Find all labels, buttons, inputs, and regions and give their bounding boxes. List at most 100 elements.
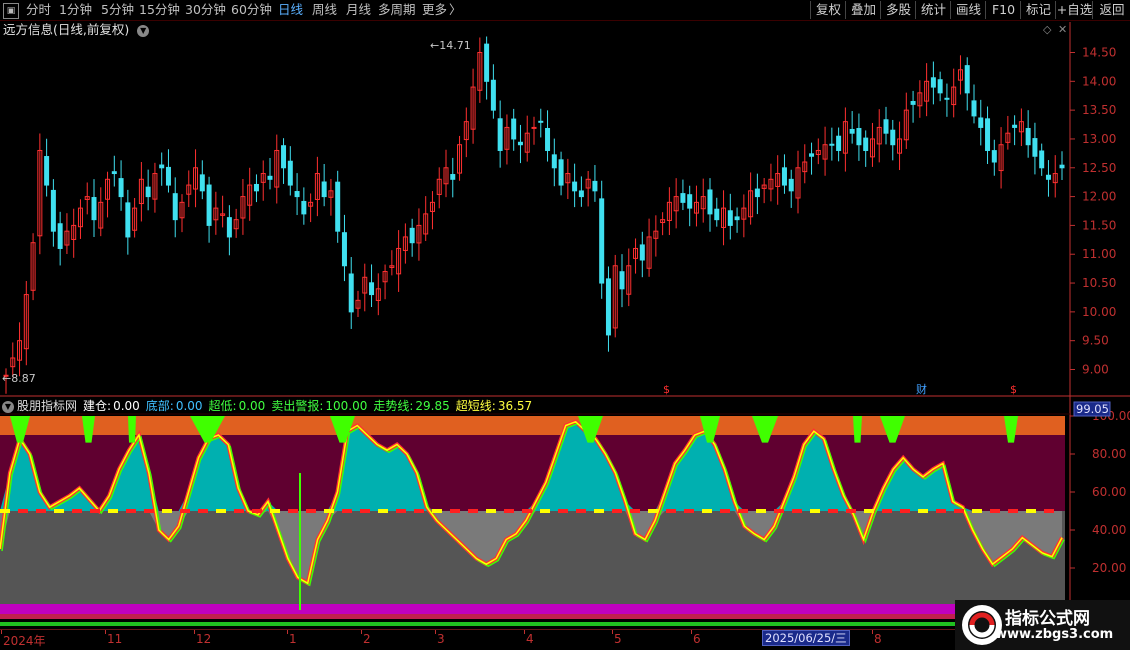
candle-body [497, 118, 503, 151]
midline-dash [252, 509, 262, 513]
candle-body [1045, 174, 1051, 180]
indicator-item-label: 超短线: [455, 399, 496, 413]
low-price-label: ←8.87 [2, 372, 36, 385]
candle-body [44, 156, 50, 186]
candle-body [199, 174, 205, 192]
candle-body [301, 200, 307, 215]
date-tick [691, 630, 692, 634]
midline-dash [1026, 509, 1036, 513]
candle-body [985, 118, 991, 151]
candle-body [165, 166, 171, 186]
candle-body [687, 194, 693, 209]
candle-body [829, 143, 835, 146]
midline-dash [396, 509, 406, 513]
midline-dash [432, 509, 442, 513]
midline-dash [414, 509, 424, 513]
candle-body [788, 178, 794, 192]
midline-dash [702, 509, 712, 513]
price-tick-label: 12.00 [1082, 190, 1116, 204]
date-tick [105, 630, 106, 634]
candle-body [206, 184, 212, 226]
candle-body [369, 282, 375, 296]
candle-body [883, 119, 889, 134]
candle-body [1025, 127, 1031, 146]
indicator-item-label: 卖出警报: [271, 399, 324, 413]
candle-body [551, 154, 557, 169]
event-marker: $ [663, 383, 670, 396]
midline-dash [234, 509, 244, 513]
price-tick-label: 13.50 [1082, 103, 1116, 117]
high-price-label: ←14.71 [430, 39, 471, 52]
candle-body [944, 97, 950, 100]
midline-dash [198, 509, 208, 513]
midline-dash [468, 509, 478, 513]
midline-dash [324, 509, 334, 513]
candle-body [809, 153, 815, 157]
indicator-item: 底部: 0.00 [146, 399, 203, 413]
candle-body [930, 77, 936, 88]
candle-body [538, 120, 544, 123]
midline-dash [594, 509, 604, 513]
midline-dash [504, 509, 514, 513]
candle-body [971, 100, 977, 117]
date-tick-label: 4 [526, 632, 534, 646]
midline-dash [792, 509, 802, 513]
candle-body [937, 79, 943, 94]
selected-date: 2025/06/25/三 [762, 630, 850, 646]
candle-body [267, 175, 273, 180]
midline-dash [450, 509, 460, 513]
midline-dash [900, 509, 910, 513]
candle-body [294, 191, 300, 198]
price-tick-label: 9.00 [1082, 363, 1109, 377]
date-tick-label: 3 [437, 632, 445, 646]
midline-dash [522, 509, 532, 513]
indicator-item-value: 0.00 [175, 399, 203, 413]
sell-alert-marker [853, 416, 862, 443]
midline-dash [108, 509, 118, 513]
candle-body [910, 100, 916, 105]
midline-dash [270, 509, 280, 513]
indicator-item: 走势线: 29.85 [373, 399, 449, 413]
midline-dash [684, 509, 694, 513]
midline-dash [54, 509, 64, 513]
date-tick-label: 2 [363, 632, 371, 646]
chevron-down-icon[interactable]: ▼ [2, 400, 14, 413]
indicator-item-value: 0.00 [113, 399, 140, 413]
midline-dash [738, 509, 748, 513]
midline-dash [918, 509, 928, 513]
candle-body [836, 135, 842, 151]
candle-body [1012, 124, 1018, 128]
candle-body [964, 65, 970, 94]
current-value: 99.05 [1076, 402, 1109, 416]
candle-body [511, 118, 517, 140]
indicator-item-value: 0.00 [238, 399, 266, 413]
midline-dash [378, 509, 388, 513]
candle-body [125, 202, 131, 238]
indicator-tick-label: 80.00 [1092, 447, 1126, 461]
candle-body [287, 160, 293, 186]
midline-dash [720, 509, 730, 513]
close-icon[interactable]: ✕ [1058, 23, 1067, 36]
price-tick-label: 11.00 [1082, 247, 1116, 261]
midline-dash [162, 509, 172, 513]
indicator-item-value: 100.00 [325, 399, 368, 413]
candle-body [172, 193, 178, 221]
candle-body [118, 178, 124, 198]
midline-dash [1008, 509, 1018, 513]
midline-dash [810, 509, 820, 513]
midline-dash [612, 509, 622, 513]
candle-body [605, 278, 611, 336]
event-marker: 财 [916, 382, 927, 396]
price-tick-label: 11.50 [1082, 218, 1116, 232]
brand-url: www.zbgs3.com [995, 627, 1114, 642]
indicator-item-label: 超低: [208, 399, 237, 413]
candle-body [1032, 138, 1038, 157]
diamond-icon[interactable]: ◇ [1043, 23, 1052, 36]
midline-dash [648, 509, 658, 513]
midline-dash [306, 509, 316, 513]
indicator-item-label: 走势线: [373, 399, 414, 413]
midline-dash [342, 509, 352, 513]
candle-body [727, 210, 733, 226]
price-axis: 14.50 14.00 13.50 13.00 12.50 12.00 11.50 11.00… [1070, 46, 1116, 377]
indicator-item: 卖出警报: 100.00 [271, 399, 367, 413]
